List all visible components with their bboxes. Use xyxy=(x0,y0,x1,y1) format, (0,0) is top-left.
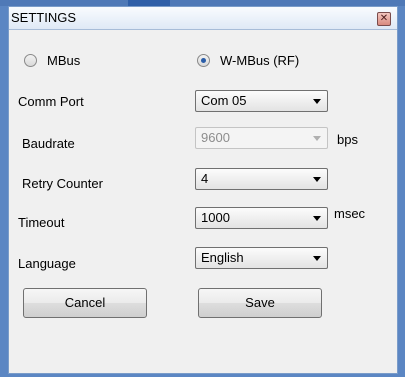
baudrate-unit: bps xyxy=(337,132,358,147)
chevron-down-icon xyxy=(313,177,321,182)
baudrate-value: 9600 xyxy=(201,130,230,145)
chevron-down-icon xyxy=(313,99,321,104)
radio-wmbus-label: W-MBus (RF) xyxy=(220,52,300,68)
radio-wmbus-indicator[interactable] xyxy=(197,53,210,67)
baudrate-select: 9600 xyxy=(195,127,328,149)
retry-counter-value: 4 xyxy=(201,171,209,186)
radio-wmbus[interactable]: W-MBus (RF) xyxy=(197,51,299,69)
title-bar[interactable]: SETTINGS ✕ xyxy=(9,7,397,30)
timeout-unit: msec xyxy=(334,206,366,221)
radio-mbus-indicator[interactable] xyxy=(24,53,37,67)
timeout-value: 1000 xyxy=(201,210,230,225)
settings-dialog: SETTINGS ✕ MBus W-MBus (RF) Comm Port Co… xyxy=(8,6,398,374)
window-frame-left xyxy=(0,0,8,377)
comm-port-select[interactable]: Com 05 xyxy=(195,90,328,112)
language-value: English xyxy=(201,250,244,265)
close-icon[interactable]: ✕ xyxy=(377,12,391,26)
radio-mbus-label: MBus xyxy=(47,52,81,68)
window-title: SETTINGS xyxy=(11,10,77,25)
window-frame-right xyxy=(398,0,405,377)
baudrate-label: Baudrate xyxy=(22,136,75,151)
retry-counter-select[interactable]: 4 xyxy=(195,168,328,190)
radio-mbus[interactable]: MBus xyxy=(24,51,80,69)
retry-counter-label: Retry Counter xyxy=(22,176,103,191)
timeout-select[interactable]: 1000 xyxy=(195,207,328,229)
chevron-down-icon xyxy=(313,256,321,261)
chevron-down-icon xyxy=(313,136,321,141)
timeout-label: Timeout xyxy=(18,215,65,230)
cancel-button[interactable]: Cancel xyxy=(23,288,147,318)
chevron-down-icon xyxy=(313,216,321,221)
comm-port-label: Comm Port xyxy=(18,94,84,109)
comm-port-value: Com 05 xyxy=(201,93,247,108)
save-button[interactable]: Save xyxy=(198,288,322,318)
language-label: Language xyxy=(18,256,76,271)
language-select[interactable]: English xyxy=(195,247,328,269)
